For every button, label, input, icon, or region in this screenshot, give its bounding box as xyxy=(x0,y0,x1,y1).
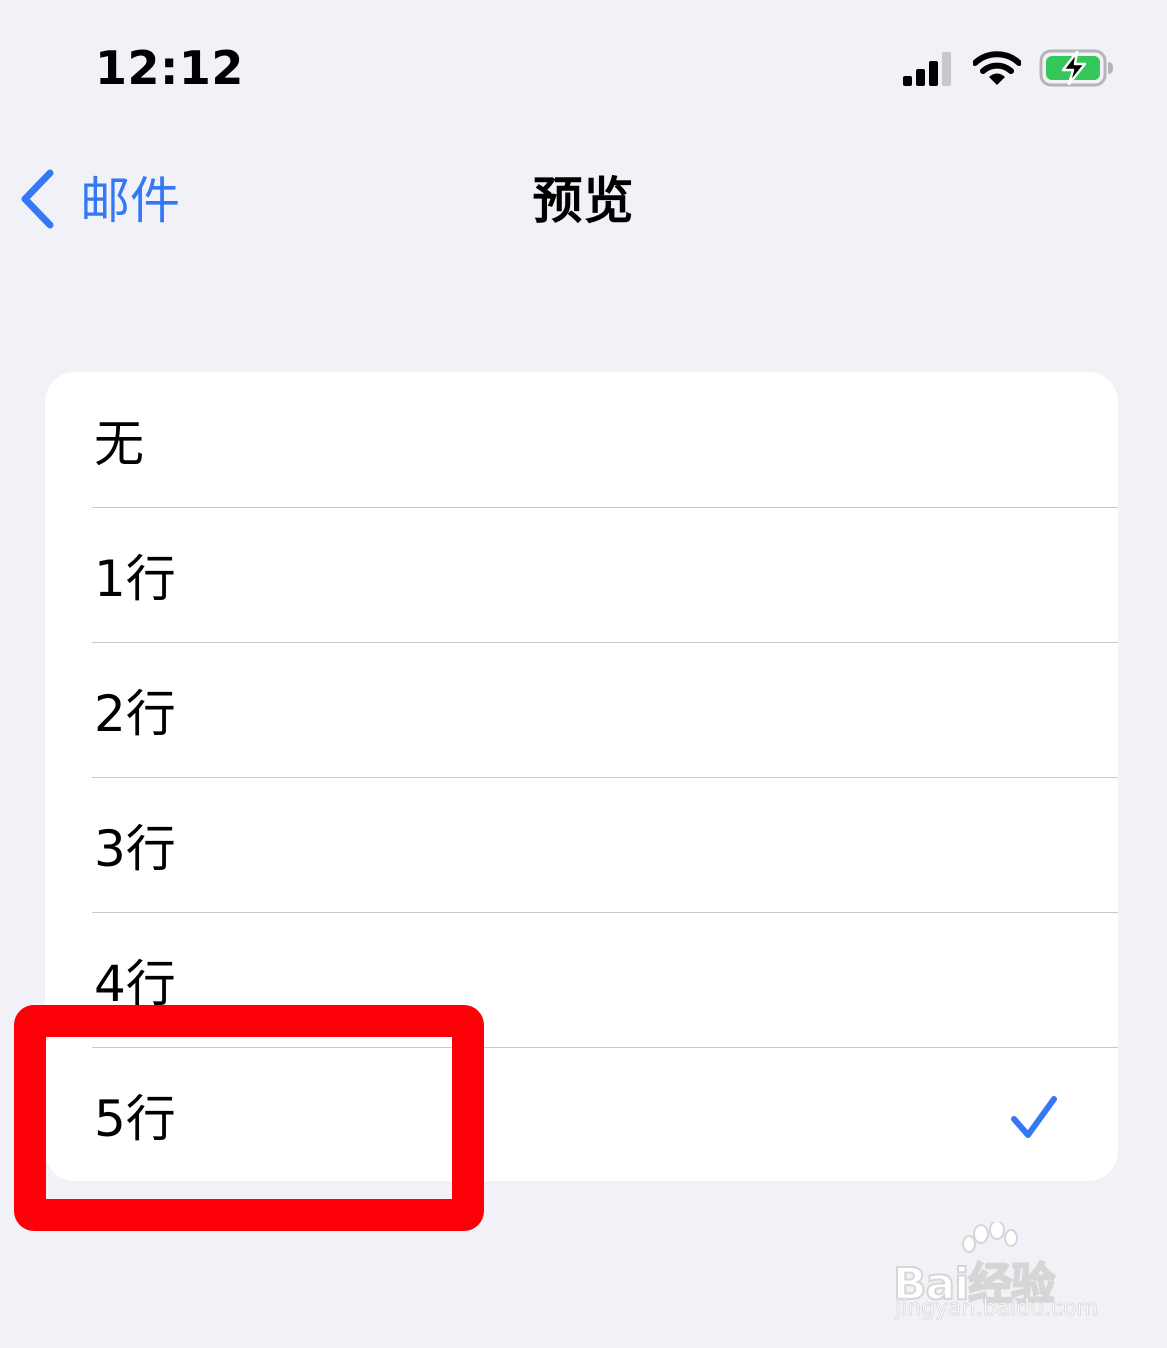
option-label: 4行 xyxy=(94,954,176,1013)
status-icons xyxy=(903,46,1115,90)
preview-options-list: 无 1行 2行 3行 4行 5行 xyxy=(45,372,1118,1181)
baidu-watermark: Bai经验 jingyan.baidu.com xyxy=(892,1220,1113,1332)
option-label: 3行 xyxy=(94,819,176,878)
option-2-lines[interactable]: 2行 xyxy=(45,642,1118,777)
option-label: 1行 xyxy=(94,549,176,608)
page-title: 预览 xyxy=(532,172,635,230)
option-3-lines[interactable]: 3行 xyxy=(45,777,1118,912)
cellular-signal-icon xyxy=(903,50,955,86)
paw-icon xyxy=(953,1220,1033,1266)
option-1-line[interactable]: 1行 xyxy=(45,507,1118,642)
watermark-brand: Bai经验 xyxy=(892,1258,1056,1311)
battery-charging-icon xyxy=(1039,48,1115,88)
wifi-icon xyxy=(973,50,1021,86)
option-label: 2行 xyxy=(94,684,176,743)
watermark-url: jingyan.baidu.com xyxy=(895,1296,1099,1322)
option-5-lines[interactable]: 5行 xyxy=(45,1047,1118,1181)
option-label: 5行 xyxy=(94,1089,176,1148)
status-time: 12:12 xyxy=(95,41,244,95)
option-none[interactable]: 无 xyxy=(45,372,1118,507)
option-4-lines[interactable]: 4行 xyxy=(45,912,1118,1047)
checkmark-icon xyxy=(1010,1095,1058,1145)
option-label: 无 xyxy=(94,414,144,473)
